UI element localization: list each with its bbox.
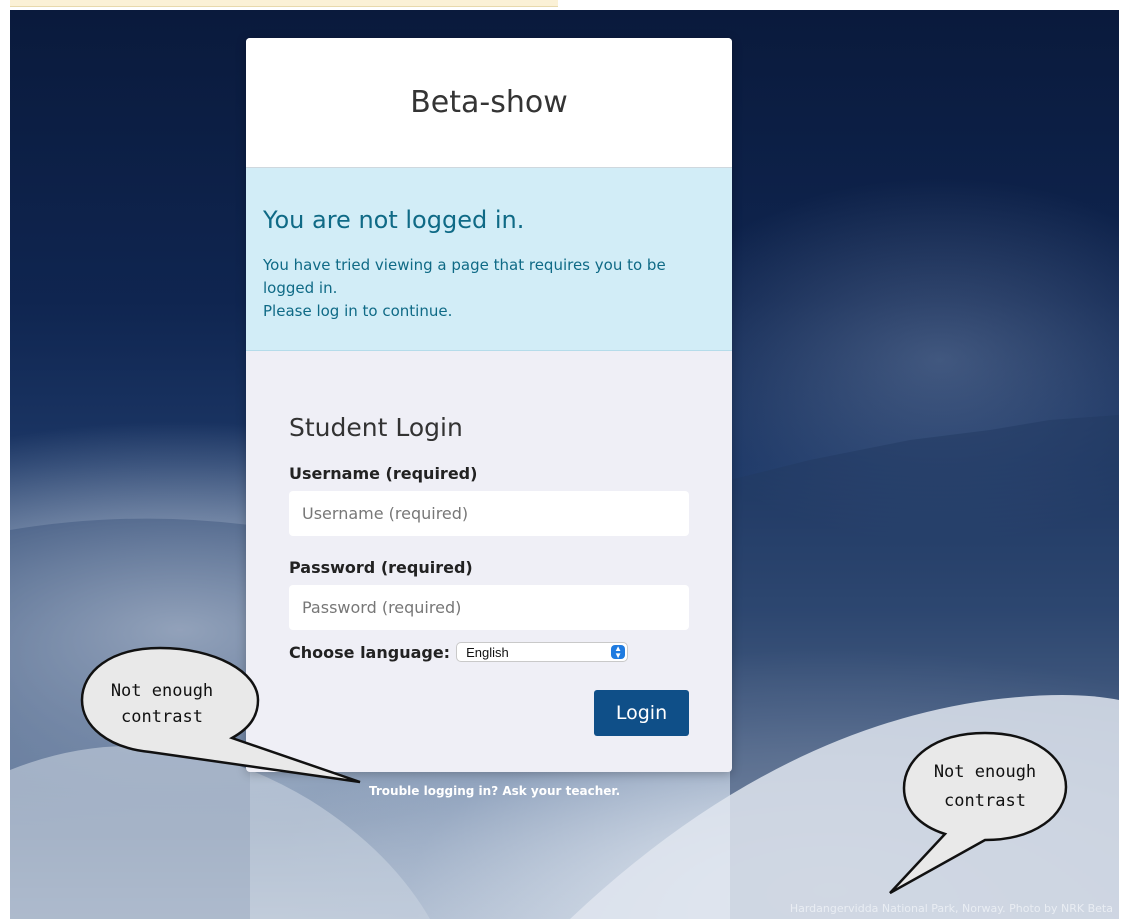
login-form: Student Login Username (required) Passwo… (246, 351, 732, 736)
password-input[interactable] (289, 585, 689, 630)
photo-credit: Hardangervidda National Park, Norway. Ph… (789, 902, 1113, 915)
top-strip (10, 0, 558, 7)
username-label: Username (required) (289, 464, 478, 483)
select-updown-icon: ▲ ▼ (611, 645, 626, 660)
site-title: Beta-show (410, 85, 568, 120)
language-row: Choose language: English ▲ ▼ (289, 642, 689, 662)
login-card: Beta-show You are not logged in. You hav… (246, 38, 732, 772)
card-header: Beta-show (246, 38, 732, 168)
not-logged-in-alert: You are not logged in. You have tried vi… (246, 168, 732, 351)
alert-message: You have tried viewing a page that requi… (263, 256, 666, 297)
button-row: Login (289, 690, 689, 736)
language-label: Choose language: (289, 642, 451, 662)
language-select[interactable]: English ▲ ▼ (456, 642, 629, 662)
language-selected-value: English (466, 645, 509, 660)
password-label: Password (required) (289, 558, 473, 577)
login-button[interactable]: Login (594, 690, 689, 736)
alert-title: You are not logged in. (263, 206, 525, 234)
trouble-logging-in-text: Trouble logging in? Ask your teacher. (369, 784, 621, 798)
alert-instruction: Please log in to continue. (263, 302, 453, 320)
login-heading: Student Login (289, 413, 463, 442)
username-input[interactable] (289, 491, 689, 536)
